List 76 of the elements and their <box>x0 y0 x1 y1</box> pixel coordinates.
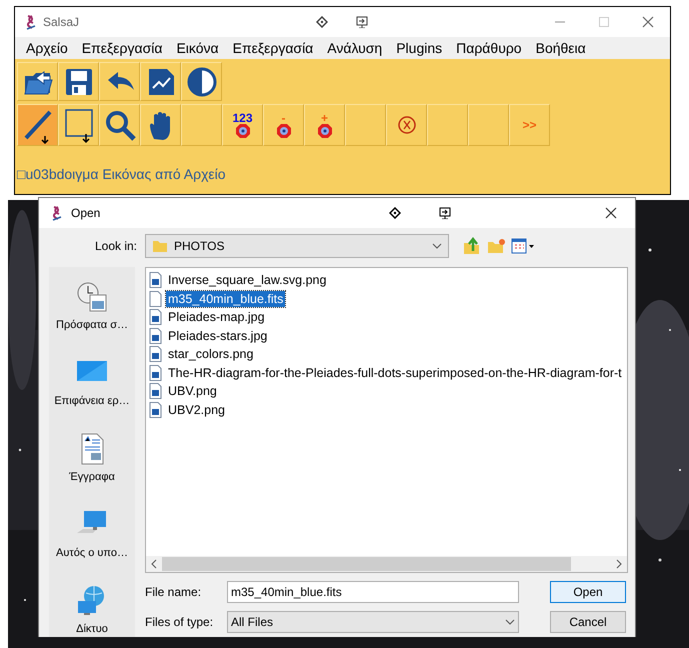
dialog-title: Open <box>71 206 100 220</box>
open-button[interactable]: Open <box>550 581 626 603</box>
marker-icon <box>276 124 290 138</box>
scroll-right-icon[interactable] <box>614 559 624 569</box>
crosshair-icon[interactable] <box>389 207 401 219</box>
tool-button[interactable] <box>99 104 140 146</box>
look-in-dropdown[interactable]: PHOTOS <box>145 234 449 258</box>
menu-item[interactable]: Βοήθεια <box>528 40 593 56</box>
file-name-label: File name: <box>145 585 202 599</box>
menu-item[interactable]: Plugins <box>389 40 450 56</box>
menu-item[interactable]: Εικόνα <box>169 40 226 56</box>
pin-icon[interactable] <box>439 207 451 219</box>
tool-button[interactable] <box>386 104 427 146</box>
toolbar-button[interactable] <box>17 62 58 101</box>
tool-label: - <box>282 112 286 124</box>
menu-item[interactable]: Επεξεργασία <box>226 40 320 56</box>
file-list[interactable]: Inverse_square_law.svg.png m35_40min_blue.fits Pleiades-map.jpg Pleiades-stars.jpg star_colors.png The-HR-diagram-for-the-Pleiades-full-dots-superimposed-on-the-HR-diagram-for-t UBV.png UBV2.png <box>145 267 628 573</box>
file-item[interactable]: The-HR-diagram-for-the-Pleiades-full-dots-superimposed-on-the-HR-diagram-for-t <box>166 364 624 381</box>
chevron-down-icon <box>505 619 515 625</box>
file-item[interactable]: m35_40min_blue.fits <box>166 290 286 307</box>
look-in-label: Look in: <box>94 239 138 253</box>
tool-button[interactable]: 123 <box>222 104 263 146</box>
place-item[interactable]: Αυτός ο υπο… <box>56 509 128 559</box>
status-text: □u03bdoιγμα Εικόνας από Αρχείο <box>16 165 227 184</box>
file-item[interactable]: Pleiades-stars.jpg <box>166 328 270 344</box>
menu-item[interactable]: Παράθυρο <box>449 40 529 56</box>
file-name-field[interactable]: m35_40min_blue.fits <box>227 581 519 603</box>
file-type-label: Files of type: <box>145 615 214 629</box>
file-item[interactable]: UBV.png <box>166 383 219 400</box>
pin-icon[interactable] <box>356 16 368 28</box>
toolbar-button[interactable] <box>58 62 99 101</box>
image-file-icon <box>149 402 162 418</box>
file-item[interactable]: UBV2.png <box>166 402 227 418</box>
place-item[interactable]: Δίκτυο <box>76 585 108 635</box>
image-file-icon <box>149 364 162 381</box>
new-folder-icon[interactable] <box>487 238 505 254</box>
recent-icon <box>76 281 108 313</box>
tool-label: + <box>320 112 328 124</box>
cancel-button[interactable]: Cancel <box>550 611 626 633</box>
place-item[interactable]: Επιφάνεια ερ… <box>54 357 130 407</box>
tool-button[interactable] <box>140 104 181 146</box>
menu-item[interactable]: Αρχείο <box>19 40 75 56</box>
place-item[interactable]: Πρόσφατα σ… <box>56 281 128 331</box>
image-file-icon <box>149 346 162 362</box>
folder-up-icon[interactable] <box>463 237 481 255</box>
toolbar-button[interactable] <box>181 62 222 101</box>
close-icon[interactable] <box>605 207 617 219</box>
toolbar-button[interactable] <box>99 62 140 101</box>
file-type-dropdown[interactable]: All Files <box>227 611 519 633</box>
chevron-down-icon <box>432 243 442 249</box>
folder-icon <box>152 239 168 253</box>
tool-button[interactable] <box>58 104 99 146</box>
scroll-left-icon[interactable] <box>149 559 159 569</box>
marker-icon <box>318 124 332 138</box>
crosshair-icon[interactable] <box>316 16 328 28</box>
marker-icon <box>236 124 250 138</box>
image-file-icon <box>149 328 162 344</box>
tool-label: >> <box>522 119 536 131</box>
image-file-icon <box>149 383 162 400</box>
image-file-icon <box>149 309 162 326</box>
window-title: SalsaJ <box>43 15 80 29</box>
file-item[interactable]: Inverse_square_law.svg.png <box>166 272 328 288</box>
file-item[interactable]: Pleiades-map.jpg <box>166 309 267 326</box>
close-icon[interactable] <box>642 16 654 28</box>
view-menu-icon[interactable] <box>511 238 535 254</box>
toolbar-button[interactable] <box>140 62 181 101</box>
menu-item[interactable]: Επεξεργασία <box>74 40 170 56</box>
file-icon <box>149 290 162 307</box>
tool-button[interactable] <box>17 104 58 146</box>
scrollbar-thumb[interactable] <box>162 557 571 571</box>
image-file-icon <box>149 272 162 288</box>
menu-item[interactable]: Ανάλυση <box>320 40 390 56</box>
contrast-icon <box>186 66 218 98</box>
file-item[interactable]: star_colors.png <box>166 346 256 362</box>
tool-label: 123 <box>232 112 253 124</box>
place-item[interactable]: Έγγραφα <box>69 433 115 483</box>
